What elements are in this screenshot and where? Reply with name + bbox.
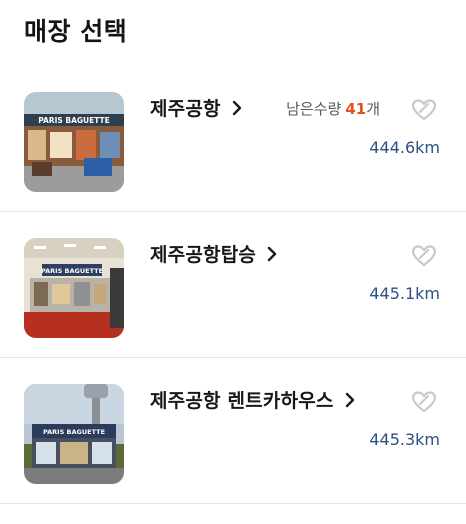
favorite-heart-icon[interactable] (410, 96, 438, 124)
stock-label: 남은수량 (286, 100, 342, 118)
store-image-boarding: PARIS BAGUETTE (24, 238, 124, 338)
store-name-link[interactable]: 제주공항탑승 (150, 240, 280, 267)
store-name: 제주공항 (150, 98, 221, 120)
store-thumbnail: PARIS BAGUETTE (24, 384, 124, 484)
store-sign-text: PARIS BAGUETTE (41, 267, 103, 275)
store-name: 제주공항 렌트카하우스 (150, 390, 334, 412)
favorite-heart-icon[interactable] (410, 388, 438, 416)
store-list: PARIS BAGUETTE 제주공항 남은수량 41 개 444.6km PA… (0, 66, 466, 504)
stock-unit: 개 (366, 100, 380, 118)
stock-count: 41 (345, 100, 367, 118)
store-sign-text: PARIS BAGUETTE (43, 428, 105, 436)
chevron-right-icon (345, 392, 354, 407)
store-name: 제주공항탑승 (150, 244, 257, 266)
store-thumbnail: PARIS BAGUETTE (24, 238, 124, 338)
chevron-right-icon (232, 100, 241, 115)
store-sign-text: PARIS BAGUETTE (38, 116, 110, 125)
store-row-jeju-airport-rental-house[interactable]: PARIS BAGUETTE 제주공항 렌트카하우스 445.3km (0, 358, 466, 504)
store-row-jeju-airport-boarding[interactable]: PARIS BAGUETTE 제주공항탑승 445.1km (0, 212, 466, 358)
store-distance: 445.1km (369, 284, 440, 303)
page-title: 매장 선택 (24, 17, 128, 46)
store-name-link[interactable]: 제주공항 렌트카하우스 (150, 386, 358, 413)
store-image-interior: PARIS BAGUETTE (24, 92, 124, 192)
store-image-rental-house: PARIS BAGUETTE (24, 384, 124, 484)
stock-info: 남은수량 41 개 (286, 98, 380, 119)
store-name-link[interactable]: 제주공항 (150, 94, 245, 121)
favorite-heart-icon[interactable] (410, 242, 438, 270)
store-row-jeju-airport[interactable]: PARIS BAGUETTE 제주공항 남은수량 41 개 444.6km (0, 66, 466, 212)
store-distance: 445.3km (369, 430, 440, 449)
chevron-right-icon (267, 246, 277, 261)
store-distance: 444.6km (369, 138, 440, 157)
store-thumbnail: PARIS BAGUETTE (24, 92, 124, 192)
